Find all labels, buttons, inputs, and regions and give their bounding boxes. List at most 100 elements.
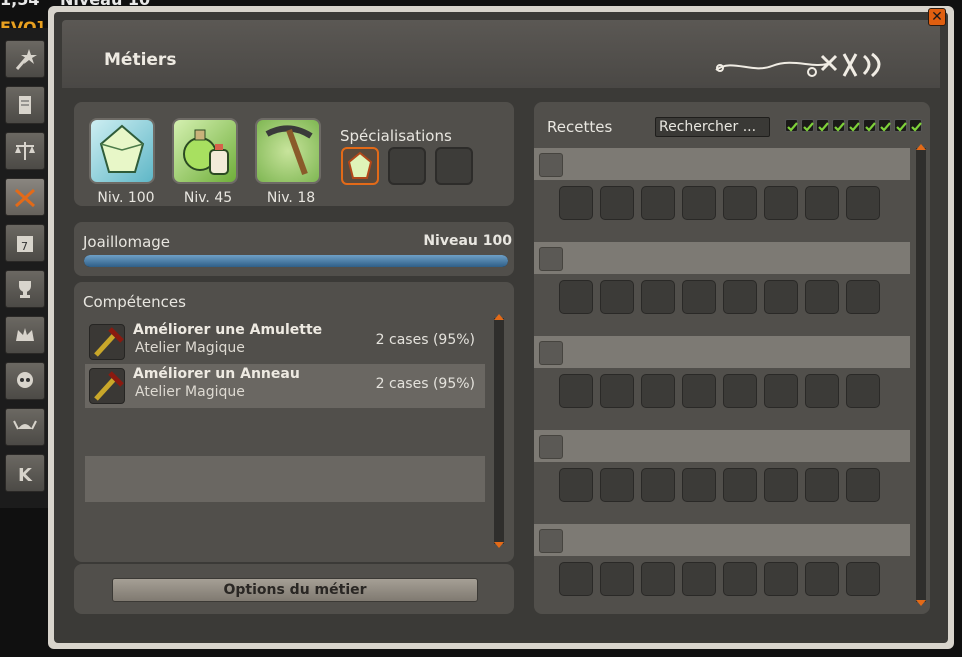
options-button[interactable]: Options du métier xyxy=(112,578,478,602)
recipe-header-row[interactable] xyxy=(534,336,910,368)
ingredient-slot[interactable] xyxy=(600,374,634,408)
potion-icon xyxy=(183,129,229,175)
filter-checkbox[interactable] xyxy=(831,119,845,132)
filter-checkbox[interactable] xyxy=(862,119,876,132)
scroll-up-icon[interactable] xyxy=(916,144,926,150)
ingredient-slot[interactable] xyxy=(805,186,839,220)
ingredient-slot[interactable] xyxy=(805,374,839,408)
ingredient-slot[interactable] xyxy=(682,280,716,314)
ingredient-slot[interactable] xyxy=(764,186,798,220)
job-pickaxe[interactable] xyxy=(255,118,321,184)
ingredient-slot[interactable] xyxy=(846,374,880,408)
filter-checkbox[interactable] xyxy=(847,119,860,132)
check-icon xyxy=(880,122,891,132)
filter-checkbox[interactable] xyxy=(909,119,922,132)
sidebar-button[interactable] xyxy=(5,362,45,400)
ingredient-slot[interactable] xyxy=(805,562,839,596)
close-button[interactable]: ✕ xyxy=(928,8,946,26)
game-sidebar: 7K xyxy=(0,28,52,508)
ingredient-slot[interactable] xyxy=(641,562,675,596)
ingredient-slot[interactable] xyxy=(600,280,634,314)
recipes-header: Recettes xyxy=(547,118,613,136)
recipe-result-slot[interactable] xyxy=(539,435,563,459)
ingredient-slot[interactable] xyxy=(764,468,798,502)
ingredient-slot[interactable] xyxy=(641,186,675,220)
filter-checkbox[interactable] xyxy=(800,119,814,132)
recipe-result-slot[interactable] xyxy=(539,247,563,271)
scroll-up-icon[interactable] xyxy=(494,314,504,320)
ingredient-slot[interactable] xyxy=(559,374,593,408)
scroll-down-icon[interactable] xyxy=(916,600,926,606)
ingredient-slot[interactable] xyxy=(600,562,634,596)
ingredient-slot[interactable] xyxy=(723,468,757,502)
ingredient-slot[interactable] xyxy=(682,562,716,596)
ingredient-slot[interactable] xyxy=(600,468,634,502)
sidebar-button[interactable] xyxy=(5,408,45,446)
check-icon xyxy=(787,122,798,132)
competences-scrollbar[interactable] xyxy=(494,314,504,548)
recipe-header-row[interactable] xyxy=(534,148,910,180)
recipe-result-slot[interactable] xyxy=(539,529,563,553)
filter-checkbox[interactable] xyxy=(878,119,891,132)
specialization-slot[interactable] xyxy=(388,147,426,185)
sidebar-button[interactable] xyxy=(5,316,45,354)
recipe-header-row[interactable] xyxy=(534,524,910,556)
ingredient-slot[interactable] xyxy=(846,468,880,502)
recipe-search-text: Rechercher ... xyxy=(659,119,757,135)
ingredient-slot[interactable] xyxy=(682,468,716,502)
ingredient-slot[interactable] xyxy=(805,468,839,502)
competences-header: Compétences xyxy=(83,293,186,311)
scales-icon xyxy=(15,142,35,160)
recipe-result-slot[interactable] xyxy=(539,153,563,177)
ingredient-slot[interactable] xyxy=(559,468,593,502)
ingredient-slot[interactable] xyxy=(805,280,839,314)
job-gem[interactable] xyxy=(89,118,155,184)
filter-checkbox[interactable] xyxy=(785,119,798,132)
ingredient-slot[interactable] xyxy=(723,186,757,220)
recipe-header-row[interactable] xyxy=(534,242,910,274)
ingredient-slot[interactable] xyxy=(641,374,675,408)
horned-helmet-icon xyxy=(13,420,37,430)
window-header[interactable]: Métiers xyxy=(62,20,940,88)
ingredient-slot[interactable] xyxy=(682,374,716,408)
ingredient-slot[interactable] xyxy=(559,186,593,220)
ingredient-slot[interactable] xyxy=(559,280,593,314)
competence-title: Améliorer une Amulette xyxy=(133,322,323,338)
ingredient-slot[interactable] xyxy=(723,374,757,408)
ingredient-slot[interactable] xyxy=(559,562,593,596)
sidebar-button[interactable] xyxy=(5,132,45,170)
filter-checkbox[interactable] xyxy=(816,119,829,132)
ingredient-slot[interactable] xyxy=(764,374,798,408)
recipe-result-slot[interactable] xyxy=(539,341,563,365)
sidebar-button[interactable]: K xyxy=(5,454,45,492)
recipe-search-input[interactable]: Rechercher ... xyxy=(655,117,770,137)
check-icon xyxy=(833,122,845,132)
ingredient-slot[interactable] xyxy=(723,562,757,596)
sidebar-button[interactable] xyxy=(5,86,45,124)
ingredient-slot[interactable] xyxy=(846,562,880,596)
ingredient-slot[interactable] xyxy=(764,562,798,596)
job-potion[interactable] xyxy=(172,118,238,184)
ingredient-slot[interactable] xyxy=(846,186,880,220)
ingredient-slot[interactable] xyxy=(600,186,634,220)
scroll-down-icon[interactable] xyxy=(494,542,504,548)
sidebar-button[interactable] xyxy=(5,178,45,216)
recipes-scrollbar[interactable] xyxy=(916,144,926,606)
recipe-header-row[interactable] xyxy=(534,430,910,462)
ingredient-slot[interactable] xyxy=(846,280,880,314)
recipe-list xyxy=(534,146,912,612)
ingredient-slot[interactable] xyxy=(764,280,798,314)
specialization-slot-active[interactable] xyxy=(341,147,379,185)
competence-row[interactable]: Améliorer un Anneau Atelier Magique 2 ca… xyxy=(85,364,485,408)
competence-row[interactable]: Améliorer une Amulette Atelier Magique 2… xyxy=(85,320,485,364)
sidebar-button[interactable] xyxy=(5,40,45,78)
sidebar-button[interactable] xyxy=(5,270,45,308)
filter-checkbox[interactable] xyxy=(893,119,907,132)
sidebar-button[interactable]: 7 xyxy=(5,224,45,262)
ingredient-slot[interactable] xyxy=(641,280,675,314)
ingredient-slot[interactable] xyxy=(723,280,757,314)
specialization-slot[interactable] xyxy=(435,147,473,185)
ingredient-slot[interactable] xyxy=(641,468,675,502)
ingredient-slot[interactable] xyxy=(682,186,716,220)
gem-icon xyxy=(347,151,373,179)
